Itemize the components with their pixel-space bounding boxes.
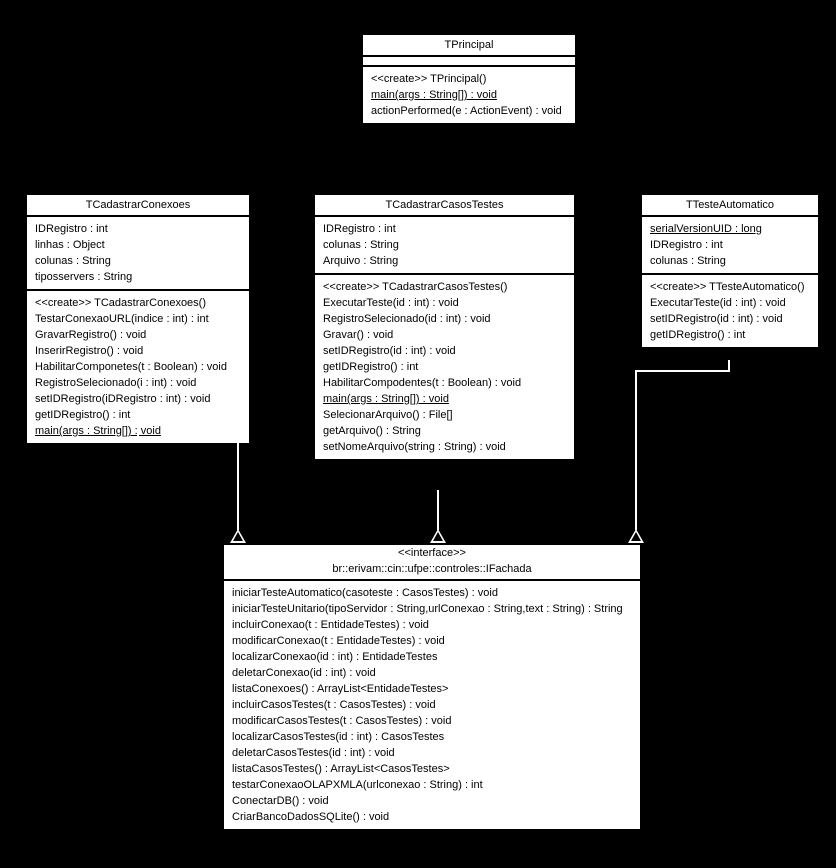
interface-ifachada: <<interface>> br::erivam::cin::ufpe::con…: [222, 543, 642, 831]
methods-section: <<create>> TCadastrarCasosTestes()Execut…: [315, 275, 574, 459]
methods-section: <<create>> TPrincipal()main(args : Strin…: [363, 67, 575, 123]
member-row: colunas : String: [650, 253, 810, 269]
member-row: HabilitarComponetes(t : Boolean) : void: [35, 359, 241, 375]
member-row: InserirRegistro() : void: [35, 343, 241, 359]
attrs-section: serialVersionUID : longIDRegistro : intc…: [642, 217, 818, 275]
class-title: TPrincipal: [363, 35, 575, 57]
member-row: <<create>> TCadastrarConexoes(): [35, 295, 241, 311]
member-row: listaConexoes() : ArrayList<EntidadeTest…: [232, 681, 632, 697]
realization-arrowhead: [430, 529, 446, 543]
realization-arrowhead: [230, 529, 246, 543]
member-row: <<create>> TCadastrarCasosTestes(): [323, 279, 566, 295]
member-row: linhas : Object: [35, 237, 241, 253]
member-row: modificarConexao(t : EntidadeTestes) : v…: [232, 633, 632, 649]
attrs-section: IDRegistro : intcolunas : StringArquivo …: [315, 217, 574, 275]
realization-arrowhead: [628, 529, 644, 543]
member-row: ExecutarTeste(id : int) : void: [650, 295, 810, 311]
class-title: TTesteAutomatico: [642, 195, 818, 217]
member-row: ConectarDB() : void: [232, 793, 632, 809]
member-row: HabilitarCompodentes(t : Boolean) : void: [323, 375, 566, 391]
member-row: <<create>> TPrincipal(): [371, 71, 567, 87]
class-title: TCadastrarCasosTestes: [315, 195, 574, 217]
member-row: Gravar() : void: [323, 327, 566, 343]
member-row: deletarCasosTestes(id : int) : void: [232, 745, 632, 761]
member-row: iniciarTesteUnitario(tipoServidor : Stri…: [232, 601, 632, 617]
member-row: getIDRegistro() : int: [650, 327, 810, 343]
member-row: setIDRegistro(id : int) : void: [323, 343, 566, 359]
connector-line: [237, 440, 239, 530]
member-row: IDRegistro : int: [35, 221, 241, 237]
connector-line: [137, 440, 239, 442]
member-row: incluirConexao(t : EntidadeTestes) : voi…: [232, 617, 632, 633]
member-row: main(args : String[]) : void: [323, 391, 566, 407]
member-row: colunas : String: [323, 237, 566, 253]
member-row: colunas : String: [35, 253, 241, 269]
member-row: SelecionarArquivo() : File[]: [323, 407, 566, 423]
member-row: localizarConexao(id : int) : EntidadeTes…: [232, 649, 632, 665]
member-row: tiposservers : String: [35, 269, 241, 285]
member-row: listaCasosTestes() : ArrayList<CasosTest…: [232, 761, 632, 777]
member-row: serialVersionUID : long: [650, 221, 810, 237]
attrs-section: [363, 57, 575, 67]
connector-line: [137, 430, 139, 442]
member-row: ExecutarTeste(id : int) : void: [323, 295, 566, 311]
class-title: br::erivam::cin::ufpe::controles::IFacha…: [224, 559, 640, 581]
member-row: getArquivo() : String: [323, 423, 566, 439]
member-row: IDRegistro : int: [650, 237, 810, 253]
member-row: setIDRegistro(iDRegistro : int) : void: [35, 391, 241, 407]
methods-section: <<create>> TCadastrarConexoes()TestarCon…: [27, 291, 249, 443]
connector-line: [728, 360, 730, 372]
member-row: testarConexaoOLAPXMLA(urlconexao : Strin…: [232, 777, 632, 793]
member-row: getIDRegistro() : int: [323, 359, 566, 375]
class-tcadastrar-conexoes: TCadastrarConexoes IDRegistro : intlinha…: [25, 193, 251, 445]
class-tcadastrar-casos-testes: TCadastrarCasosTestes IDRegistro : intco…: [313, 193, 576, 461]
member-row: actionPerformed(e : ActionEvent) : void: [371, 103, 567, 119]
stereotype-label: <<interface>>: [224, 545, 640, 559]
member-row: modificarCasosTestes(t : CasosTestes) : …: [232, 713, 632, 729]
class-tteste-automatico: TTesteAutomatico serialVersionUID : long…: [640, 193, 820, 349]
connector-line: [437, 490, 439, 530]
member-row: iniciarTesteAutomatico(casoteste : Casos…: [232, 585, 632, 601]
attrs-section: IDRegistro : intlinhas : Objectcolunas :…: [27, 217, 249, 291]
member-row: main(args : String[]) : void: [371, 87, 567, 103]
connector-line: [635, 370, 637, 530]
member-row: <<create>> TTesteAutomatico(): [650, 279, 810, 295]
member-row: incluirCasosTestes(t : CasosTestes) : vo…: [232, 697, 632, 713]
methods-section: <<create>> TTesteAutomatico()ExecutarTes…: [642, 275, 818, 347]
member-row: RegistroSelecionado(i : int) : void: [35, 375, 241, 391]
member-row: GravarRegistro() : void: [35, 327, 241, 343]
member-row: setIDRegistro(id : int) : void: [650, 311, 810, 327]
class-tprincipal: TPrincipal <<create>> TPrincipal()main(a…: [361, 33, 577, 125]
class-title: TCadastrarConexoes: [27, 195, 249, 217]
methods-section: iniciarTesteAutomatico(casoteste : Casos…: [224, 581, 640, 829]
member-row: getIDRegistro() : int: [35, 407, 241, 423]
connector-line: [635, 370, 730, 372]
member-row: RegistroSelecionado(id : int) : void: [323, 311, 566, 327]
member-row: localizarCasosTestes(id : int) : CasosTe…: [232, 729, 632, 745]
member-row: TestarConexaoURL(indice : int) : int: [35, 311, 241, 327]
member-row: deletarConexao(id : int) : void: [232, 665, 632, 681]
member-row: Arquivo : String: [323, 253, 566, 269]
member-row: setNomeArquivo(string : String) : void: [323, 439, 566, 455]
member-row: IDRegistro : int: [323, 221, 566, 237]
member-row: CriarBancoDadosSQLite() : void: [232, 809, 632, 825]
